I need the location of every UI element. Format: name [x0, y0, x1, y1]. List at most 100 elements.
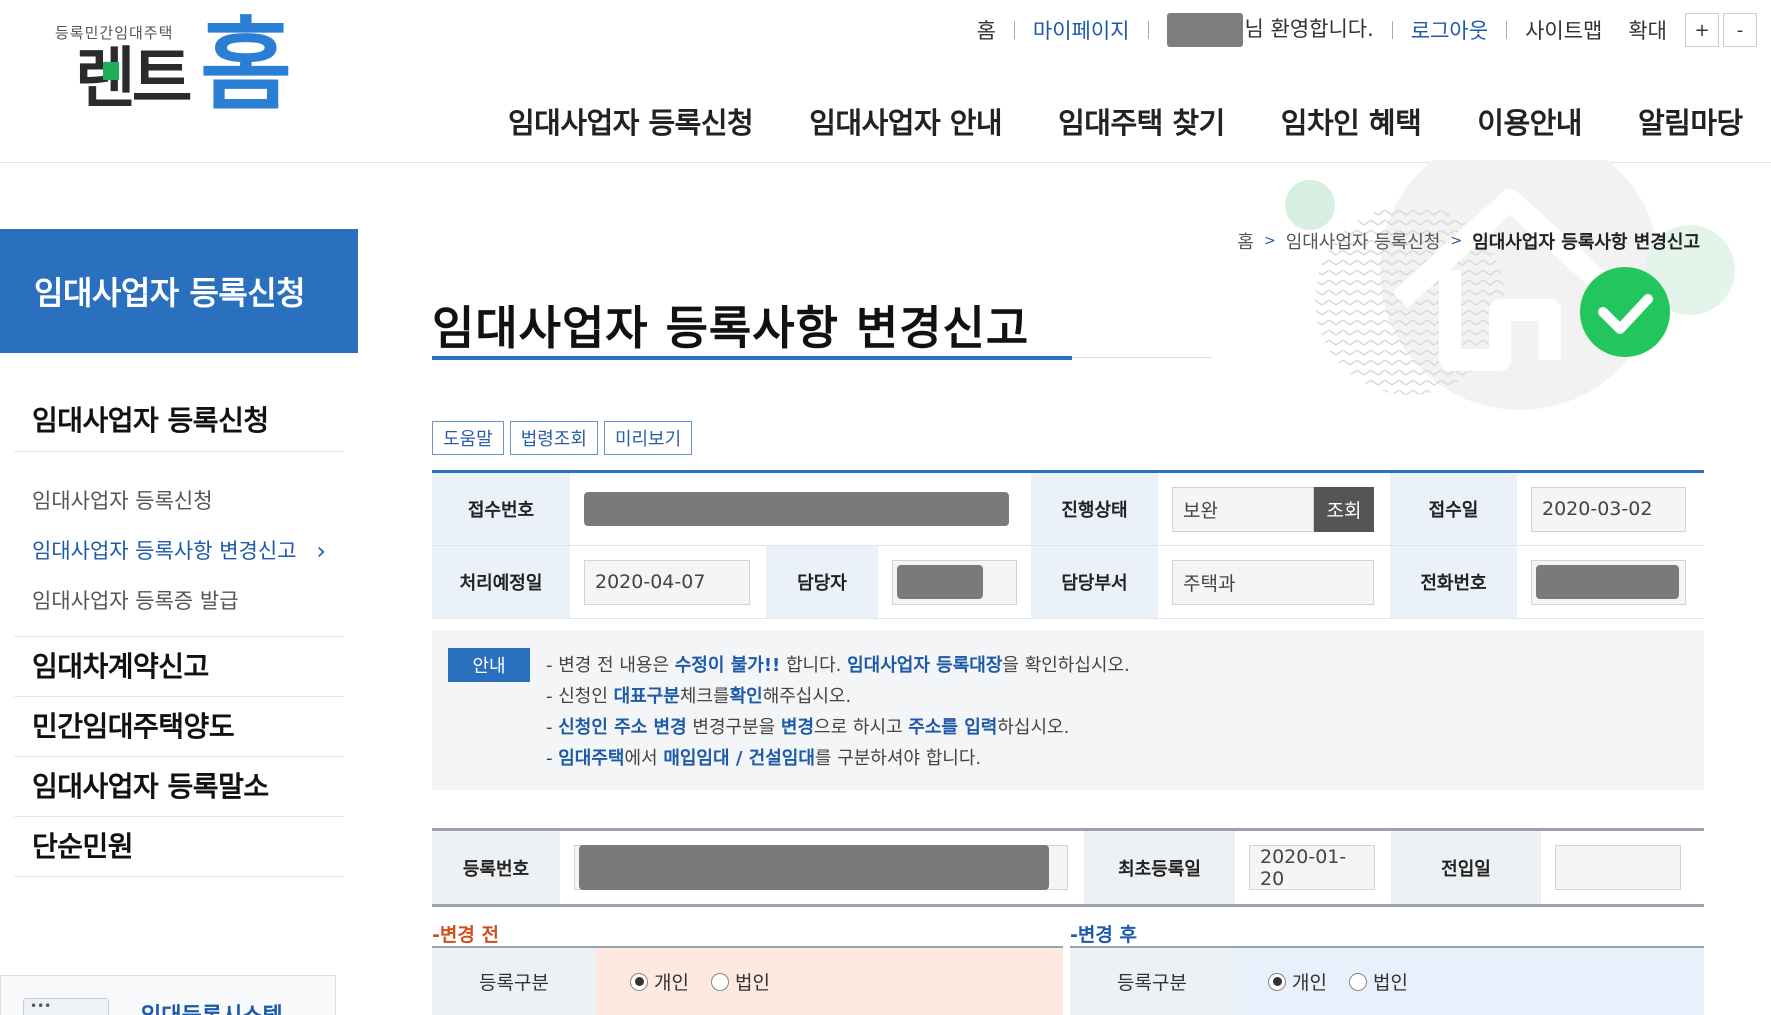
util-home-link[interactable]: 홈 — [959, 15, 1014, 45]
after-change-table: 등록구분 개인 법인 — [1070, 946, 1704, 1015]
radio-checked-icon — [630, 972, 648, 991]
lnb-category-deregister[interactable]: 임대사업자 등록말소 — [14, 757, 344, 817]
radio-checked-icon — [1268, 972, 1286, 991]
gnb-find-housing[interactable]: 임대주택 찾기 — [1058, 100, 1225, 142]
breadcrumb: 홈 > 임대사업자 등록신청 > 임대사업자 등록사항 변경신고 — [1237, 228, 1700, 254]
before-radio-corp[interactable]: 법인 — [710, 968, 770, 995]
manager-label: 담당자 — [766, 546, 878, 618]
after-change-label: -변경 후 — [1070, 924, 1137, 946]
notice-line: - 임대주택에서 매입임대 / 건설임대를 구분하셔야 합니다. — [546, 748, 982, 769]
util-mypage-link[interactable]: 마이페이지 — [1015, 15, 1148, 45]
notice-box: 안내 - 변경 전 내용은 수정이 불가!! 합니다. 임대사업자 등록대장을 … — [432, 630, 1704, 790]
movein-field[interactable] — [1555, 845, 1681, 890]
status-field: 보완 — [1172, 486, 1314, 532]
before-type-options: 개인 법인 — [596, 948, 1063, 1015]
lnb-category-lease-contract[interactable]: 임대차계약신고 — [14, 637, 344, 697]
breadcrumb-current: 임대사업자 등록사항 변경신고 — [1472, 232, 1700, 253]
first-reg-cell: 2020-01-20 — [1235, 831, 1391, 904]
zoom-label: 확대 — [1628, 19, 1667, 43]
masked-receipt-no — [584, 492, 1009, 526]
after-type-options: 개인 법인 — [1234, 948, 1704, 1015]
lnb-category-simple-petition[interactable]: 단순민원 — [14, 817, 344, 877]
due-date-label: 처리예정일 — [432, 546, 570, 618]
due-date-cell: 2020-04-07 — [570, 546, 766, 618]
preview-button[interactable]: 미리보기 — [603, 421, 693, 455]
first-reg-label: 최초등록일 — [1084, 831, 1235, 904]
page-title: 임대사업자 등록사항 변경신고 — [432, 301, 1030, 355]
before-radio-individual[interactable]: 개인 — [630, 968, 689, 995]
breadcrumb-home[interactable]: 홈 — [1237, 228, 1254, 254]
after-type-label: 등록구분 — [1070, 948, 1234, 1015]
dept-field: 주택과 — [1172, 559, 1374, 605]
gnb-tenant-benefits[interactable]: 임차인 혜택 — [1281, 100, 1422, 142]
phone-cell — [1517, 546, 1704, 618]
welcome-message: 님 환영합니다. — [1149, 13, 1392, 47]
receipt-no-label: 접수번호 — [432, 473, 570, 545]
util-logout-link[interactable]: 로그아웃 — [1393, 15, 1506, 45]
radio-unchecked-icon — [1348, 972, 1367, 991]
after-radio-corp[interactable]: 법인 — [1348, 968, 1408, 995]
chevron-right-icon: › — [316, 537, 326, 565]
after-radio-individual[interactable]: 개인 — [1268, 968, 1327, 995]
due-date-field: 2020-04-07 — [584, 559, 750, 605]
banner-window-icon: ••• — [23, 998, 109, 1015]
manager-field — [892, 559, 1017, 605]
house-check-illustration — [1285, 160, 1735, 410]
zoom-out-button[interactable]: - — [1723, 13, 1757, 47]
table-row: 접수번호 진행상태 보완 조회 접수일 2020-03-02 — [432, 473, 1704, 546]
status-label: 진행상태 — [1031, 473, 1158, 545]
phone-label: 전화번호 — [1390, 546, 1517, 618]
util-sitemap-link[interactable]: 사이트맵 — [1507, 15, 1620, 45]
left-nav: 임대사업자 등록신청 임대사업자 등록신청 임대사업자 등록사항 변경신고 › 임… — [14, 395, 344, 877]
main-nav: 임대사업자 등록신청 임대사업자 안내 임대주택 찾기 임차인 혜택 이용안내 알림마당 — [508, 100, 1743, 142]
zoom-control: 확대 + - — [1620, 13, 1771, 47]
receipt-no-cell — [570, 473, 1031, 545]
breadcrumb-separator-icon: > — [1263, 233, 1276, 249]
before-change-table: 등록구분 개인 법인 — [432, 946, 1063, 1015]
gnb-notice[interactable]: 알림마당 — [1638, 100, 1743, 142]
receipt-date-cell: 2020-03-02 — [1517, 473, 1704, 545]
lnb-category-register[interactable]: 임대사업자 등록신청 — [14, 395, 344, 452]
lnb-subitem-change-report[interactable]: 임대사업자 등록사항 변경신고 › — [14, 526, 344, 576]
law-lookup-button[interactable]: 법령조회 — [509, 421, 598, 455]
banner-text: 임대등록시스템 — [141, 998, 283, 1015]
notice-line: - 신청인 주소 변경 변경구분을 변경으로 하시고 주소를 입력하십시오. — [546, 717, 1070, 738]
phone-field — [1531, 559, 1686, 605]
logo-home-text: 홈 — [200, 7, 292, 124]
title-rule — [1072, 357, 1212, 358]
notice-lines: - 변경 전 내용은 수정이 불가!! 합니다. 임대사업자 등록대장을 확인하… — [546, 650, 1130, 774]
masked-manager — [897, 565, 983, 599]
before-type-label: 등록구분 — [432, 948, 596, 1015]
gnb-usage[interactable]: 이용안내 — [1477, 100, 1582, 142]
zoom-in-button[interactable]: + — [1685, 13, 1719, 47]
lnb-subitem-certificate[interactable]: 임대사업자 등록증 발급 — [14, 576, 344, 626]
masked-username — [1166, 13, 1243, 47]
notice-line: - 변경 전 내용은 수정이 불가!! 합니다. 임대사업자 등록대장을 확인하… — [546, 655, 1130, 676]
reg-no-label: 등록번호 — [432, 831, 560, 904]
help-button[interactable]: 도움말 — [432, 421, 504, 455]
system-banner[interactable]: ••• 임대등록시스템 — [0, 975, 336, 1015]
notice-badge: 안내 — [448, 648, 530, 682]
reg-no-field — [574, 845, 1068, 890]
lnb-category-transfer[interactable]: 민간임대주택양도 — [14, 697, 344, 757]
tool-buttons: 도움말 법령조회 미리보기 — [432, 421, 693, 455]
movein-label: 전입일 — [1391, 831, 1541, 904]
movein-cell — [1541, 831, 1704, 904]
gnb-guide[interactable]: 임대사업자 안내 — [809, 100, 1002, 142]
breadcrumb-separator-icon: > — [1450, 233, 1463, 249]
lnb-title: 임대사업자 등록신청 — [0, 229, 358, 353]
dept-label: 담당부서 — [1031, 546, 1158, 618]
registration-info-table: 등록번호 최초등록일 2020-01-20 전입일 — [432, 828, 1704, 907]
dept-cell: 주택과 — [1158, 546, 1390, 618]
status-lookup-button[interactable]: 조회 — [1314, 486, 1374, 532]
site-header: 등록민간임대주택 렌트 홈 홈 마이페이지 님 환영합니다. 로그아웃 사이트맵… — [0, 0, 1771, 163]
table-row: 처리예정일 2020-04-07 담당자 담당부서 주택과 전화번호 — [432, 546, 1704, 619]
application-info-table: 접수번호 진행상태 보완 조회 접수일 2020-03-02 처리예정일 202… — [432, 470, 1704, 619]
breadcrumb-level1[interactable]: 임대사업자 등록신청 — [1286, 228, 1441, 254]
lnb-subitem-register[interactable]: 임대사업자 등록신청 — [14, 476, 344, 526]
site-logo[interactable]: 등록민간임대주택 렌트 홈 — [55, 7, 292, 126]
gnb-register[interactable]: 임대사업자 등록신청 — [508, 100, 754, 142]
manager-cell — [878, 546, 1031, 618]
receipt-date-label: 접수일 — [1390, 473, 1517, 545]
reg-no-cell — [560, 831, 1084, 904]
